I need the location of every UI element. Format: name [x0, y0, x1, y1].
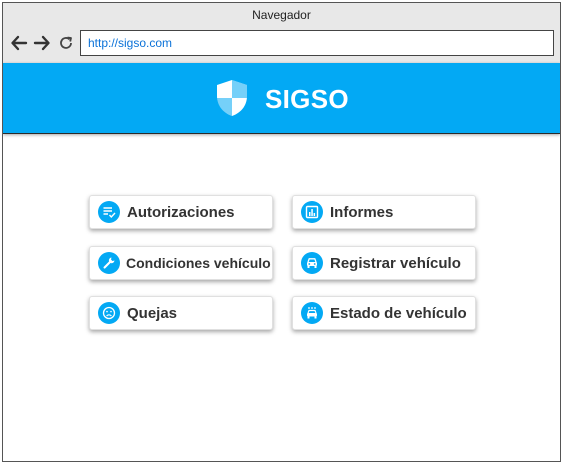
bar-chart-icon — [301, 201, 323, 223]
quejas-label: Quejas — [127, 304, 178, 322]
shield-icon — [217, 80, 247, 116]
car-icon — [301, 252, 323, 274]
browser-chrome: Navegador http://sigso.com — [3, 3, 560, 64]
forward-button[interactable] — [33, 34, 51, 52]
condiciones-vehiculo-label: Condiciones vehículo — [126, 255, 271, 271]
autorizaciones-button[interactable]: Autorizaciones — [89, 195, 273, 229]
arrow-right-icon — [33, 35, 50, 51]
condiciones-vehiculo-button[interactable]: Condiciones vehículo — [89, 246, 273, 280]
app-brand: SIGSO — [265, 84, 349, 114]
registrar-vehiculo-button[interactable]: Registrar vehículo — [292, 246, 476, 280]
quejas-button[interactable]: Quejas — [89, 296, 273, 330]
reload-button[interactable] — [57, 34, 75, 52]
arrow-left-icon — [11, 35, 28, 51]
informes-button[interactable]: Informes — [292, 195, 476, 229]
address-bar[interactable]: http://sigso.com — [80, 30, 554, 56]
checklist-icon — [98, 201, 120, 223]
informes-label: Informes — [330, 203, 394, 221]
app-header: SIGSO — [3, 63, 560, 134]
back-button[interactable] — [10, 34, 28, 52]
estado-vehiculo-label: Estado de vehículo — [330, 304, 467, 322]
browser-window: Navegador http://sigso.com SIGSO Autoriz… — [2, 2, 561, 462]
estado-vehiculo-button[interactable]: Estado de vehículo — [292, 296, 476, 330]
wrench-icon — [98, 252, 120, 274]
registrar-vehiculo-label: Registrar vehículo — [330, 254, 461, 272]
window-title: Navegador — [252, 8, 311, 22]
car-wash-icon — [301, 302, 323, 324]
autorizaciones-label: Autorizaciones — [127, 203, 235, 221]
reload-icon — [60, 36, 72, 49]
sad-face-icon — [98, 302, 120, 324]
